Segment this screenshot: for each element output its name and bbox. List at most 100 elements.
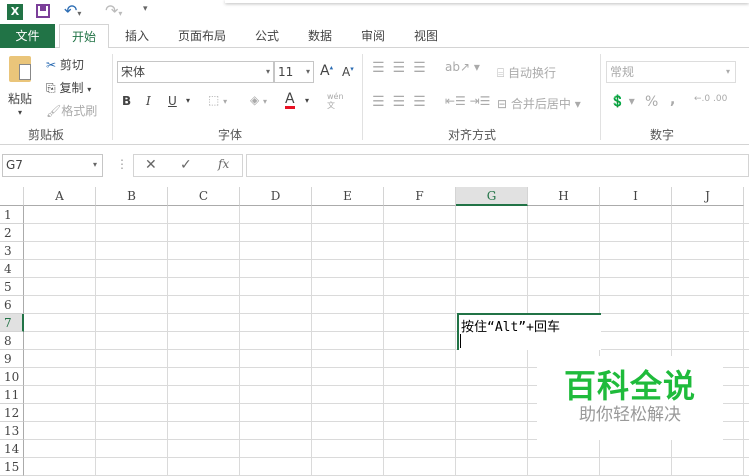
row-header-6[interactable]: 6	[0, 296, 24, 314]
tab-view[interactable]: 视图	[404, 24, 448, 48]
customize-icon[interactable]: ▾	[143, 4, 148, 14]
tab-insert[interactable]: 插入	[115, 24, 159, 48]
row-gridline	[24, 259, 749, 260]
cell-text: 按住“Alt”+回车	[461, 320, 560, 335]
cut-button[interactable]: ✂ 剪切	[46, 56, 84, 73]
ribbon-tabs: 文件 开始 插入 页面布局 公式 数据 审阅 视图	[0, 24, 749, 49]
name-box[interactable]: G7 ▾	[2, 154, 103, 177]
comma-button[interactable]: ,	[670, 92, 675, 108]
wrap-text-button[interactable]: ⌸ 自动换行	[497, 64, 556, 81]
cancel-icon[interactable]: ✕	[145, 157, 157, 173]
format-painter-button[interactable]: 🖌格式刷	[46, 102, 97, 119]
row-header-12[interactable]: 12	[0, 404, 24, 422]
row-header-1[interactable]: 1	[0, 206, 24, 224]
column-header-A[interactable]: A	[24, 187, 96, 206]
formula-input[interactable]	[246, 154, 749, 177]
row-header-10[interactable]: 10	[0, 368, 24, 386]
percent-button[interactable]: %	[645, 94, 658, 110]
merge-center-button[interactable]: ⊟ 合并后居中 ▾	[497, 95, 581, 112]
row-gridline	[24, 223, 749, 224]
column-header-B[interactable]: B	[96, 187, 168, 206]
row-header-15[interactable]: 15	[0, 458, 24, 476]
column-header-H[interactable]: H	[528, 187, 600, 206]
text-cursor	[460, 334, 461, 348]
italic-button[interactable]: I	[146, 94, 151, 108]
tab-formulas[interactable]: 公式	[245, 24, 289, 48]
scissors-icon: ✂	[46, 58, 57, 72]
row-header-5[interactable]: 5	[0, 278, 24, 296]
column-header-J[interactable]: J	[672, 187, 744, 206]
row-header-13[interactable]: 13	[0, 422, 24, 440]
column-header-E[interactable]: E	[312, 187, 384, 206]
column-gridline	[167, 206, 168, 476]
row-header-2[interactable]: 2	[0, 224, 24, 242]
formula-bar: G7 ▾ ⋮ ✕ ✓ fx	[0, 152, 749, 180]
paste-label: 粘贴	[8, 92, 33, 106]
cut-label: 剪切	[59, 58, 84, 72]
column-gridline	[455, 206, 456, 476]
watermark: 百科全说 助你轻松解决	[537, 356, 723, 440]
column-header-G[interactable]: G	[456, 187, 528, 206]
row-header-4[interactable]: 4	[0, 260, 24, 278]
indent-icons[interactable]: ⇤☰ ⇥☰	[445, 94, 490, 108]
currency-icon[interactable]: 💲 ▾	[610, 94, 635, 108]
row-header-3[interactable]: 3	[0, 242, 24, 260]
row-header-11[interactable]: 11	[0, 386, 24, 404]
watermark-subtitle: 助你轻松解决	[579, 405, 681, 425]
save-icon[interactable]	[36, 4, 50, 18]
row-gridline	[24, 457, 749, 458]
decrease-font-icon[interactable]: A▾	[342, 65, 354, 79]
window-edge	[225, 0, 749, 3]
increase-font-icon[interactable]: A▴	[320, 63, 333, 79]
copy-button[interactable]: ⎘ 复制 ▾	[46, 79, 91, 96]
row-header-7[interactable]: 7	[0, 314, 24, 332]
column-header-F[interactable]: F	[384, 187, 456, 206]
undo-icon[interactable]: ↶▾	[64, 1, 81, 20]
number-group-label: 数字	[650, 128, 675, 142]
orientation-icon[interactable]: ab↗ ▾	[445, 60, 480, 74]
column-gridline	[383, 206, 384, 476]
tab-review[interactable]: 审阅	[351, 24, 395, 48]
row-gridline	[24, 295, 749, 296]
copy-icon: ⎘	[46, 81, 56, 95]
fill-color-icon[interactable]: ◈ ▾	[250, 93, 267, 107]
column-header-C[interactable]: C	[168, 187, 240, 206]
font-size-select[interactable]: 11 ▾	[274, 61, 314, 83]
brush-icon: 🖌	[46, 104, 62, 118]
column-header-I[interactable]: I	[600, 187, 672, 206]
row-header-14[interactable]: 14	[0, 440, 24, 458]
clipboard-icon	[9, 56, 31, 82]
column-header-D[interactable]: D	[240, 187, 312, 206]
alignment-group-label: 对齐方式	[448, 128, 497, 142]
insert-function-icon[interactable]: fx	[218, 157, 229, 171]
select-all-corner[interactable]	[0, 187, 24, 206]
redo-icon[interactable]: ↷▾	[105, 1, 122, 20]
ribbon: 粘贴 ▾ ✂ 剪切 ⎘ 复制 ▾ 🖌格式刷 剪贴板 宋体 ▾ 11 ▾ A▴ A▾ …	[0, 48, 749, 145]
underline-button[interactable]: U	[168, 94, 177, 108]
border-icon[interactable]: ⬚ ▾	[208, 93, 227, 107]
bold-button[interactable]: B	[122, 94, 131, 108]
font-color-icon[interactable]: A	[285, 92, 295, 109]
tab-page-layout[interactable]: 页面布局	[170, 24, 234, 48]
row-gridline	[24, 313, 749, 314]
column-gridline	[239, 206, 240, 476]
decimal-icons[interactable]: ←.0 .00	[694, 94, 727, 104]
row-header-9[interactable]: 9	[0, 350, 24, 368]
quick-access-toolbar: X ↶▾ ↷▾ ▾	[0, 0, 749, 24]
format-painter-label: 格式刷	[61, 104, 98, 118]
font-name-select[interactable]: 宋体 ▾	[117, 61, 274, 83]
active-cell-editor[interactable]: 按住“Alt”+回车	[457, 313, 601, 350]
tab-file[interactable]: 文件	[0, 24, 55, 48]
excel-icon: X	[7, 4, 23, 20]
row-header-8[interactable]: 8	[0, 332, 24, 350]
enter-icon[interactable]: ✓	[180, 157, 192, 173]
horizontal-align-icons[interactable]: ☰☰☰	[372, 94, 434, 110]
vertical-align-icons[interactable]: ☰☰☰	[372, 60, 434, 76]
tab-data[interactable]: 数据	[298, 24, 342, 48]
paste-button[interactable]: 粘贴 ▾	[6, 56, 38, 124]
watermark-title: 百科全说	[563, 367, 696, 405]
phonetic-icon[interactable]: wén 文	[327, 92, 344, 110]
clipboard-group-label: 剪贴板	[28, 128, 65, 142]
number-format-select[interactable]: 常规 ▾	[606, 61, 736, 83]
tab-home[interactable]: 开始	[59, 24, 109, 49]
